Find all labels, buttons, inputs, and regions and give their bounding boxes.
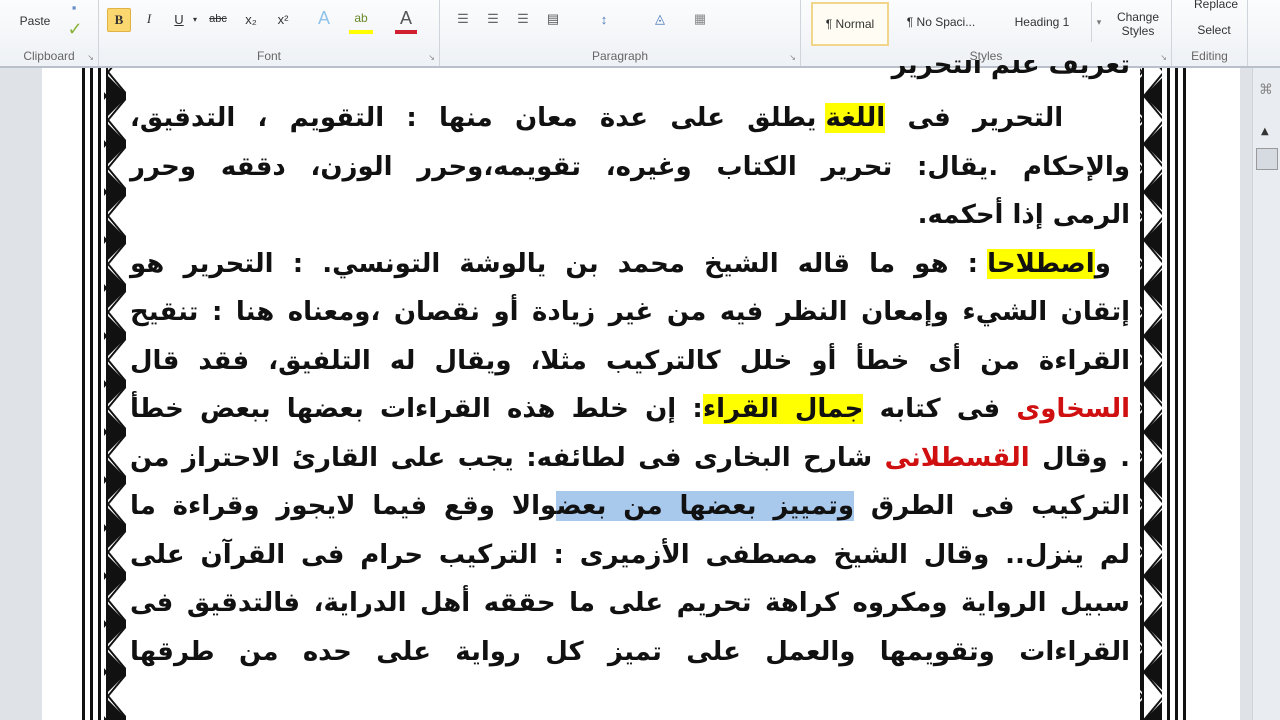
- text-line: واصطلاحا : هو ما قاله الشيخ محمد بن يالو…: [130, 248, 1111, 279]
- text-line: السخاوى فى كتابه جمال القراء: إن خلط هذه…: [130, 394, 1131, 424]
- align-right-icon[interactable]: ☰: [512, 8, 534, 30]
- ribbon: Paste ▪ ✓ Clipboard ↘ B I U ▾ abc x₂ x² …: [0, 0, 1280, 68]
- highlighted-word: اصطلاحا: [987, 248, 1095, 279]
- subscript-button[interactable]: x₂: [239, 8, 263, 30]
- change-styles-button[interactable]: Change Styles: [1107, 4, 1169, 44]
- red-name: السخاوى: [1016, 394, 1131, 424]
- align-left-icon[interactable]: ☰: [452, 8, 474, 30]
- bold-button[interactable]: B: [107, 8, 131, 32]
- paste-button[interactable]: Paste: [14, 6, 56, 36]
- clipboard-group: Paste ▪ ✓ Clipboard ↘: [0, 0, 99, 66]
- heading-line: تعريف علم التحرير: [891, 60, 1130, 80]
- borders-icon[interactable]: ▦: [686, 8, 714, 30]
- italic-button[interactable]: I: [139, 8, 159, 30]
- styles-group: ¶ Normal ¶ No Spaci... Heading 1 ▾ Chang…: [801, 0, 1172, 66]
- text-line: التركيب فى الطرق وتمييز بعضها من بعضوالا…: [130, 491, 1131, 521]
- replace-button[interactable]: Replace: [1186, 0, 1246, 12]
- text-line: لم ينزل.. وقال الشيخ مصطفى الأزميرى : ال…: [130, 539, 1130, 570]
- text-line: والإحكام .يقال: تحرير الكتاب وغيره، تقوي…: [130, 151, 1130, 182]
- document-body[interactable]: تعريف علم التحرير التحرير فى اللغة يطلق …: [130, 60, 1130, 676]
- superscript-button[interactable]: x²: [271, 8, 295, 30]
- font-color-button[interactable]: A: [395, 6, 417, 34]
- dialog-launcher-icon[interactable]: ↘: [1160, 53, 1167, 62]
- highlight-button[interactable]: ab: [349, 6, 373, 34]
- justify-icon[interactable]: ▤: [542, 8, 564, 30]
- text-line: القراءة من أى خطأ أو خلل كالتركيب مثلا، …: [130, 345, 1130, 376]
- text-line: القراءات وتقويمها والعمل على تميز كل روا…: [130, 636, 1130, 667]
- editing-label: Editing: [1191, 49, 1228, 63]
- line-spacing-icon[interactable]: ↕: [590, 8, 618, 30]
- dialog-launcher-icon[interactable]: ↘: [87, 53, 94, 62]
- paragraph-group: ☰ ☰ ☰ ▤ ↕ ◬ ▦ Paragraph ↘: [440, 0, 801, 66]
- styles-scroll-icon[interactable]: ▾: [1091, 2, 1106, 42]
- shading-icon[interactable]: ◬: [646, 8, 674, 30]
- select-button[interactable]: Select: [1182, 20, 1246, 40]
- strikethrough-button[interactable]: abc: [205, 8, 231, 30]
- format-painter-icon[interactable]: ✓: [64, 18, 86, 40]
- editing-group: Replace Select Editing: [1172, 0, 1248, 66]
- text-line: . وقال القسطلانى شارح البخارى فى لطائفه:…: [130, 442, 1130, 473]
- text-effects-button[interactable]: A: [313, 6, 335, 30]
- scroll-up-icon[interactable]: ▲: [1261, 126, 1269, 137]
- highlighted-word: جمال القراء: [702, 394, 864, 424]
- copy-icon[interactable]: ▪: [64, 0, 84, 15]
- selected-text[interactable]: وتمييز بعضها من بعض: [556, 491, 855, 521]
- style-no-spacing[interactable]: ¶ No Spaci...: [891, 2, 991, 42]
- style-heading-1[interactable]: Heading 1: [997, 2, 1087, 42]
- text-line: إتقان الشيء وإمعان النظر فيه من غير زياد…: [130, 297, 1130, 327]
- highlighted-word: اللغة: [825, 103, 886, 133]
- font-group: B I U ▾ abc x₂ x² A ab A Font ↘: [99, 0, 440, 66]
- red-name: القسطلانى: [884, 442, 1030, 473]
- clipboard-label: Clipboard: [23, 49, 75, 63]
- text-line: سبيل الرواية ومكروه كراهة تحريم على ما ح…: [130, 588, 1130, 618]
- vertical-scrollbar[interactable]: ⌘ ▲: [1252, 68, 1280, 720]
- style-normal[interactable]: ¶ Normal: [811, 2, 889, 46]
- ruler-toggle-icon[interactable]: ⌘: [1259, 82, 1273, 98]
- chevron-down-icon[interactable]: ▾: [189, 8, 201, 30]
- scroll-thumb[interactable]: [1256, 148, 1278, 170]
- text-line: التحرير فى اللغة يطلق على عدة معان منها …: [130, 103, 1064, 133]
- align-center-icon[interactable]: ☰: [482, 8, 504, 30]
- underline-button[interactable]: U: [169, 8, 189, 30]
- text-line: الرمى إذا أحكمه.: [917, 200, 1130, 230]
